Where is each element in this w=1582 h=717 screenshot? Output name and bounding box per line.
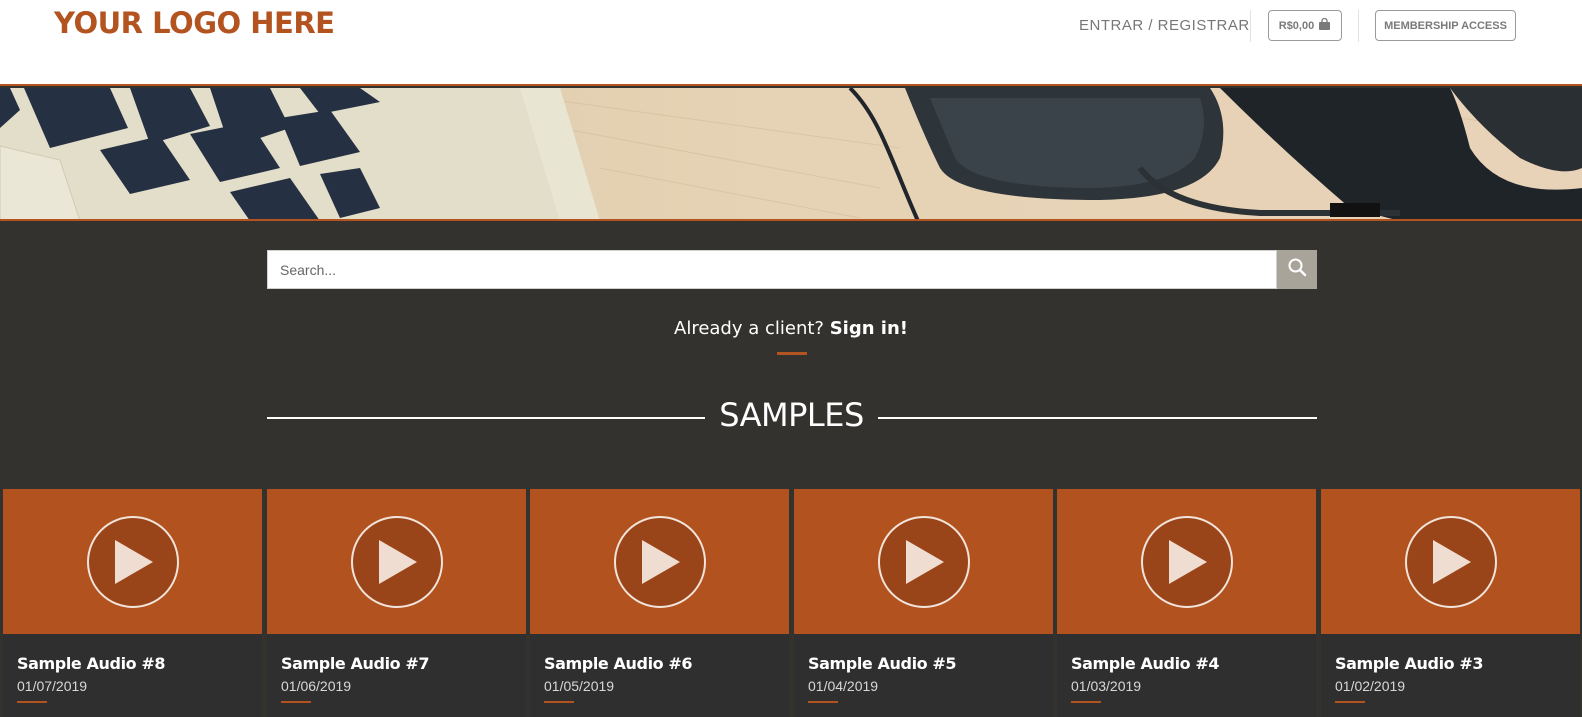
card-accent-bar: [1071, 701, 1101, 703]
card-date: 01/02/2019: [1335, 678, 1406, 694]
samples-heading: SAMPLES: [719, 396, 864, 434]
card-date: 01/05/2019: [544, 678, 615, 694]
site-logo[interactable]: YOUR LOGO HERE: [54, 6, 335, 40]
play-icon[interactable]: [1140, 515, 1233, 608]
hero-banner: [0, 88, 1582, 221]
heading-rule-right: [878, 417, 1317, 419]
login-register-link[interactable]: ENTRAR / REGISTRAR: [1079, 17, 1250, 34]
sample-card[interactable]: Sample Audio #3 01/02/2019: [1321, 489, 1580, 717]
header-divider: [1358, 10, 1359, 42]
search-icon: [1287, 257, 1307, 282]
card-accent-bar: [17, 701, 47, 703]
heading-rule-left: [267, 417, 705, 419]
client-prompt: Already a client?: [674, 318, 824, 339]
cart-total: R$0,00: [1278, 19, 1315, 32]
search-input[interactable]: [267, 250, 1277, 289]
samples-grid: Sample Audio #8 01/07/2019 Sample Audio …: [0, 489, 1582, 717]
play-icon[interactable]: [877, 515, 970, 608]
card-date: 01/07/2019: [17, 678, 88, 694]
search-button[interactable]: [1277, 250, 1317, 289]
play-icon[interactable]: [1404, 515, 1497, 608]
bag-icon: [1318, 17, 1331, 33]
membership-access-button[interactable]: MEMBERSHIP ACCESS: [1375, 10, 1516, 41]
card-title[interactable]: Sample Audio #3: [1335, 654, 1484, 673]
card-thumbnail: [1321, 489, 1580, 634]
card-thumbnail: [3, 489, 262, 634]
card-title[interactable]: Sample Audio #6: [544, 654, 693, 673]
sample-card[interactable]: Sample Audio #4 01/03/2019: [1057, 489, 1316, 717]
sign-in-link[interactable]: Sign in!: [830, 318, 908, 339]
card-thumbnail: [530, 489, 789, 634]
sample-card[interactable]: Sample Audio #7 01/06/2019: [267, 489, 526, 717]
client-signin-line: Already a client? Sign in!: [0, 318, 1582, 339]
card-accent-bar: [544, 701, 574, 703]
sample-card[interactable]: Sample Audio #8 01/07/2019: [3, 489, 262, 717]
card-accent-bar: [281, 701, 311, 703]
card-thumbnail: [267, 489, 526, 634]
sample-card[interactable]: Sample Audio #6 01/05/2019: [530, 489, 789, 717]
card-accent-bar: [1335, 701, 1365, 703]
card-date: 01/03/2019: [1071, 678, 1142, 694]
card-date: 01/04/2019: [808, 678, 879, 694]
sample-card[interactable]: Sample Audio #5 01/04/2019: [794, 489, 1053, 717]
banner-illustration: [0, 88, 1582, 219]
play-icon[interactable]: [86, 515, 179, 608]
accent-divider: [777, 352, 807, 355]
card-thumbnail: [1057, 489, 1316, 634]
card-title[interactable]: Sample Audio #5: [808, 654, 957, 673]
card-title[interactable]: Sample Audio #8: [17, 654, 166, 673]
card-title[interactable]: Sample Audio #7: [281, 654, 430, 673]
card-thumbnail: [794, 489, 1053, 634]
card-date: 01/06/2019: [281, 678, 352, 694]
card-title[interactable]: Sample Audio #4: [1071, 654, 1220, 673]
play-icon[interactable]: [350, 515, 443, 608]
card-accent-bar: [808, 701, 838, 703]
site-header: YOUR LOGO HERE ENTRAR / REGISTRAR R$0,00…: [0, 0, 1582, 86]
play-icon[interactable]: [613, 515, 706, 608]
cart-button[interactable]: R$0,00: [1268, 10, 1342, 41]
header-divider: [1250, 10, 1251, 42]
